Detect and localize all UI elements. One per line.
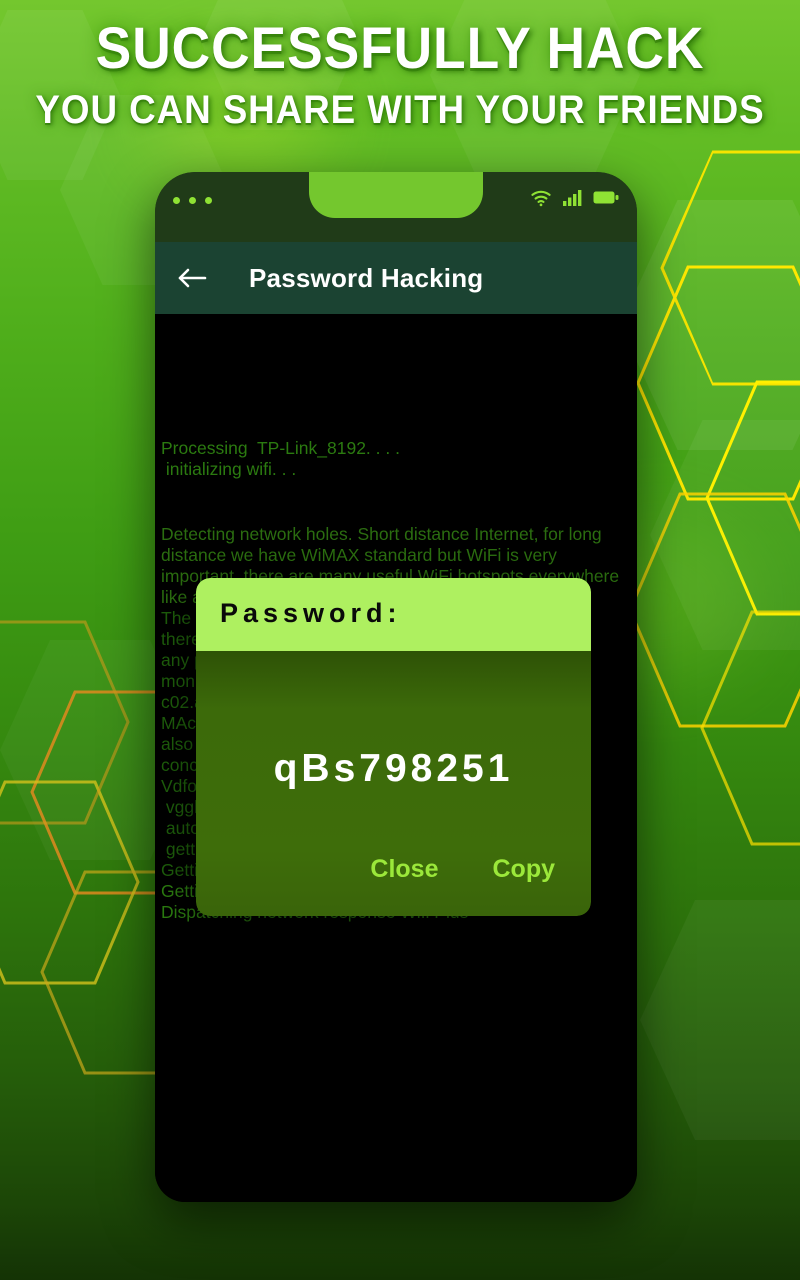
page-title: Password Hacking <box>249 262 484 293</box>
hex-outline-svg <box>705 380 800 616</box>
dialog-actions: Close Copy <box>218 855 569 890</box>
dialog-title: Password: <box>220 598 402 628</box>
screenshot-root: SUCCESSFULLY HACK YOU CAN SHARE WITH YOU… <box>0 0 800 1280</box>
bg-hex-outline <box>700 610 800 851</box>
back-arrow-icon[interactable] <box>177 266 207 290</box>
terminal-line: initializing wifi. . . <box>161 459 297 479</box>
terminal-gap <box>161 502 633 524</box>
bg-hex-outline <box>705 380 800 621</box>
copy-button[interactable]: Copy <box>493 855 556 884</box>
bg-hex-tone <box>640 900 800 1140</box>
bg-hex-outline <box>660 150 800 386</box>
hex-outline-svg <box>660 150 800 386</box>
dot <box>189 196 196 204</box>
hex-outline-svg <box>0 620 130 825</box>
dialog-header: Password: <box>196 578 591 651</box>
bg-hex-outline <box>636 265 800 506</box>
signal-bars-icon <box>563 189 582 211</box>
hex-outline-svg <box>628 492 800 728</box>
dot <box>205 196 212 204</box>
bg-hex-outline <box>0 620 130 830</box>
password-dialog: Password: qBs798251 Close Copy <box>196 578 591 916</box>
dialog-body: qBs798251 Close Copy <box>196 651 591 916</box>
dot <box>173 196 180 204</box>
terminal-gap <box>161 480 633 502</box>
hex-outline-svg <box>700 610 800 846</box>
terminal-line: Processing TP-Link_8192. . . . <box>161 438 400 458</box>
app-bar: Password Hacking <box>155 242 637 314</box>
bg-hex-outline <box>0 780 140 990</box>
status-icons <box>530 189 619 212</box>
password-value: qBs798251 <box>273 747 514 790</box>
hex-outline-svg <box>636 265 800 501</box>
promo-banner: SUCCESSFULLY HACK YOU CAN SHARE WITH YOU… <box>0 0 800 132</box>
phone-bottom-area <box>155 1024 637 1202</box>
terminal-top-spacer <box>161 314 633 438</box>
close-button[interactable]: Close <box>370 855 438 884</box>
phone-status-bar-area <box>155 172 637 242</box>
wifi-icon <box>530 189 552 212</box>
three-dots-icon <box>173 196 212 204</box>
bg-hex-tone <box>650 420 800 650</box>
bg-hex-outline <box>628 492 800 733</box>
battery-icon <box>593 190 619 210</box>
bg-hex-tone <box>620 200 800 450</box>
promo-headline: SUCCESSFULLY HACK <box>95 16 705 81</box>
status-bar <box>155 172 637 228</box>
promo-subheadline: YOU CAN SHARE WITH YOUR FRIENDS <box>35 88 765 132</box>
hex-outline-svg <box>0 780 140 985</box>
